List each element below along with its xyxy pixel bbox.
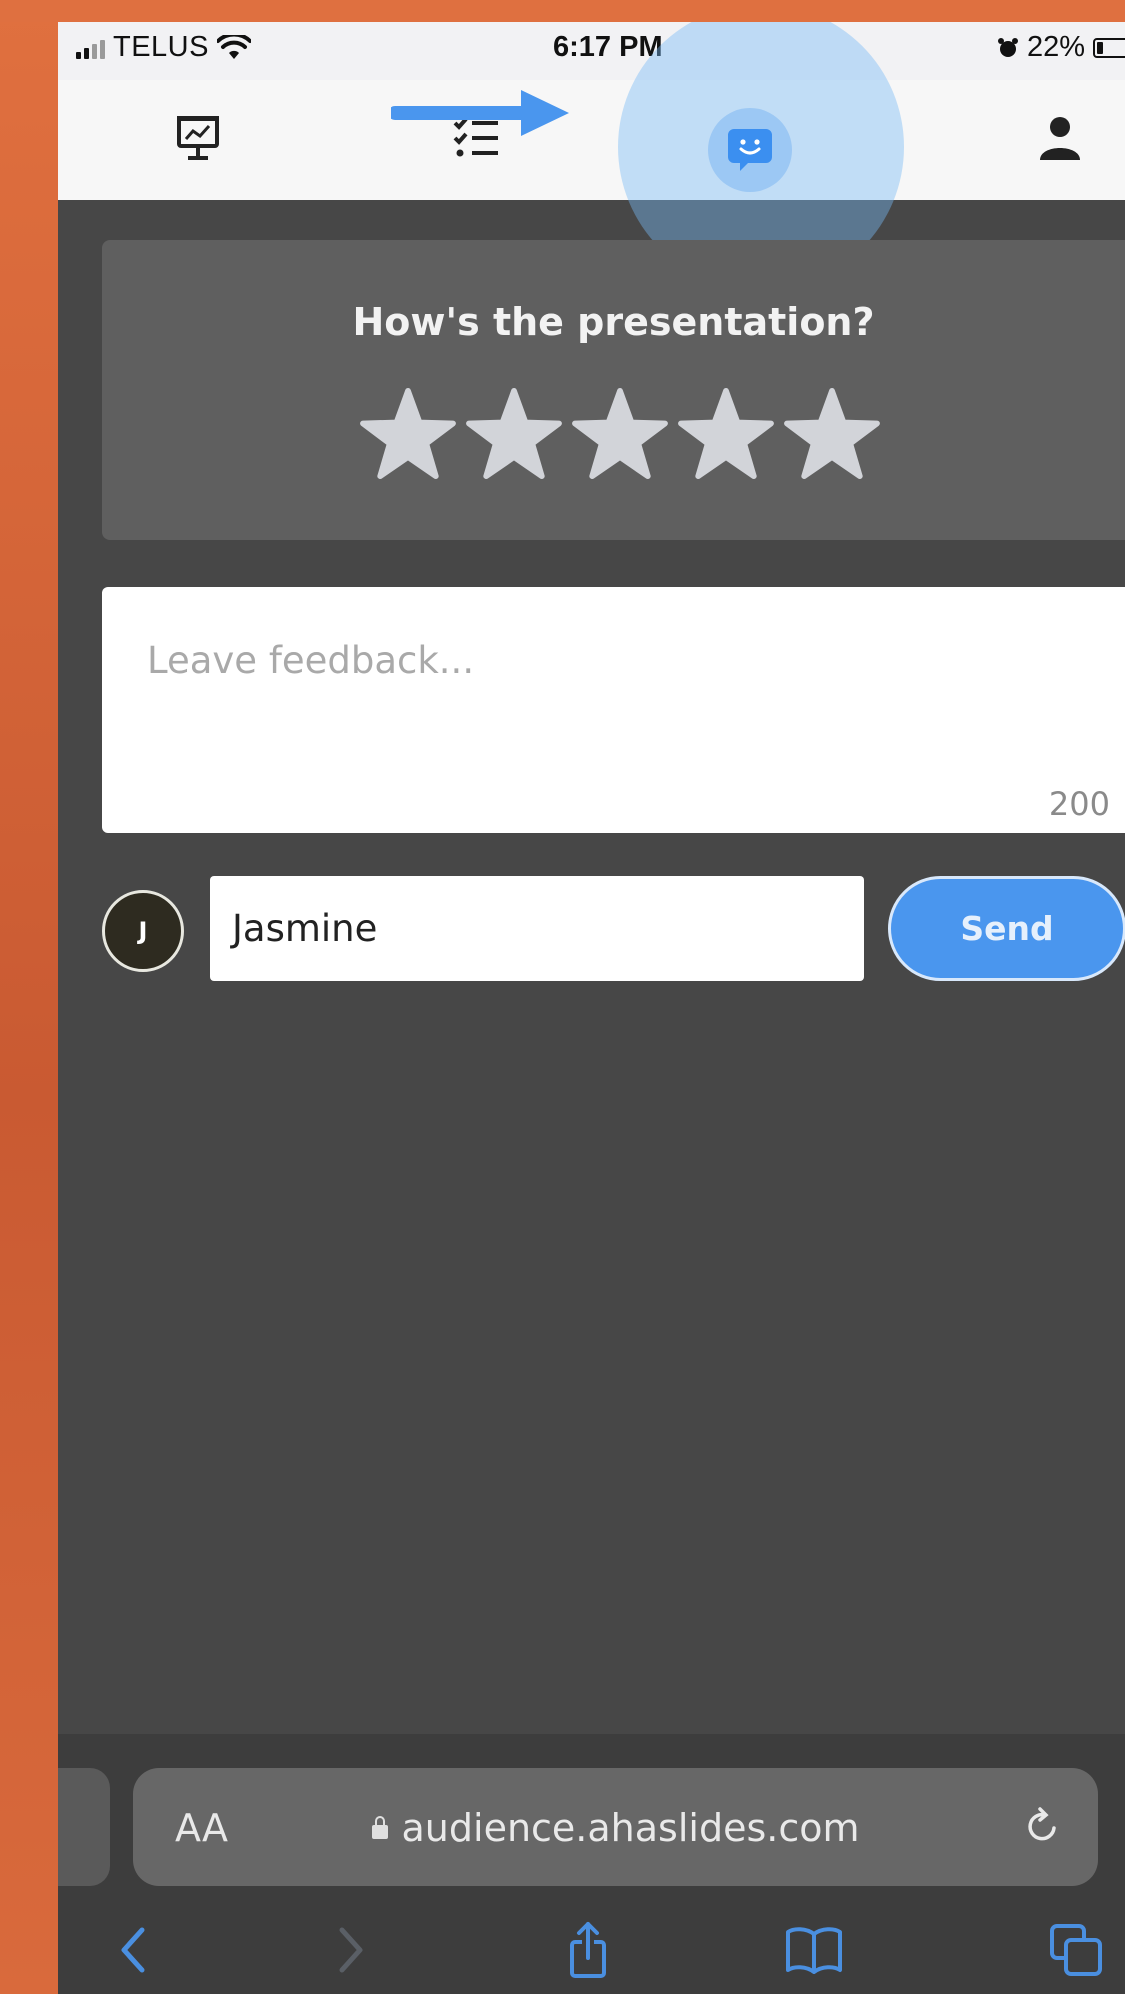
nav-profile[interactable]: [1032, 110, 1088, 166]
bookmarks-icon[interactable]: [784, 1920, 844, 1980]
share-icon[interactable]: [558, 1920, 618, 1980]
status-bar: TELUS 6:17 PM 22%: [58, 22, 1125, 80]
app-nav-bar: [58, 80, 1125, 200]
star-4-icon[interactable]: [678, 388, 774, 480]
character-counter: 200: [1048, 785, 1110, 823]
nav-presentation[interactable]: [170, 110, 226, 166]
background-top: [0, 0, 1125, 22]
profile-icon: [1040, 117, 1080, 160]
phone-screen: TELUS 6:17 PM 22% How's the presentation…: [58, 22, 1125, 1994]
star-3-icon[interactable]: [572, 388, 668, 480]
browser-toolbar: AA audience.ahaslides.com: [58, 1734, 1125, 1994]
battery-icon: [1093, 37, 1125, 58]
back-chevron-icon[interactable]: [104, 1920, 164, 1980]
avatar[interactable]: J: [102, 890, 184, 972]
clock: 6:17 PM: [553, 31, 663, 63]
url-text: audience.ahaslides.com: [401, 1806, 860, 1850]
signal-icon: [76, 37, 105, 59]
carrier-name: TELUS: [113, 31, 209, 63]
rating-card: How's the presentation?: [102, 240, 1125, 540]
background-left: [0, 0, 58, 1994]
tabs-icon[interactable]: [1046, 1920, 1106, 1980]
star-2-icon[interactable]: [466, 388, 562, 480]
lock-icon: [371, 1816, 388, 1839]
alarm-icon: [997, 37, 1018, 57]
feedback-placeholder: Leave feedback...: [147, 639, 475, 682]
presentation-icon: [177, 116, 219, 160]
star-1-icon[interactable]: [360, 388, 456, 480]
reload-icon[interactable]: [1014, 1798, 1070, 1854]
name-input[interactable]: Jasmine: [210, 876, 864, 981]
address-bar[interactable]: AA audience.ahaslides.com: [133, 1768, 1098, 1886]
feedback-textarea[interactable]: Leave feedback... 200: [102, 587, 1125, 833]
star-rating: [360, 388, 880, 480]
wifi-icon: [216, 34, 251, 59]
previous-tab-preview[interactable]: [58, 1768, 110, 1886]
star-5-icon[interactable]: [784, 388, 880, 480]
forward-chevron-icon[interactable]: [320, 1920, 380, 1980]
battery-percent: 22%: [1026, 31, 1085, 63]
feedback-chat-icon: [728, 129, 772, 171]
nav-feedback[interactable]: [708, 108, 792, 192]
send-button[interactable]: Send: [888, 876, 1125, 981]
url-display: audience.ahaslides.com: [133, 1806, 1098, 1850]
arrow-right-icon: [391, 90, 569, 136]
rating-question: How's the presentation?: [352, 300, 875, 344]
